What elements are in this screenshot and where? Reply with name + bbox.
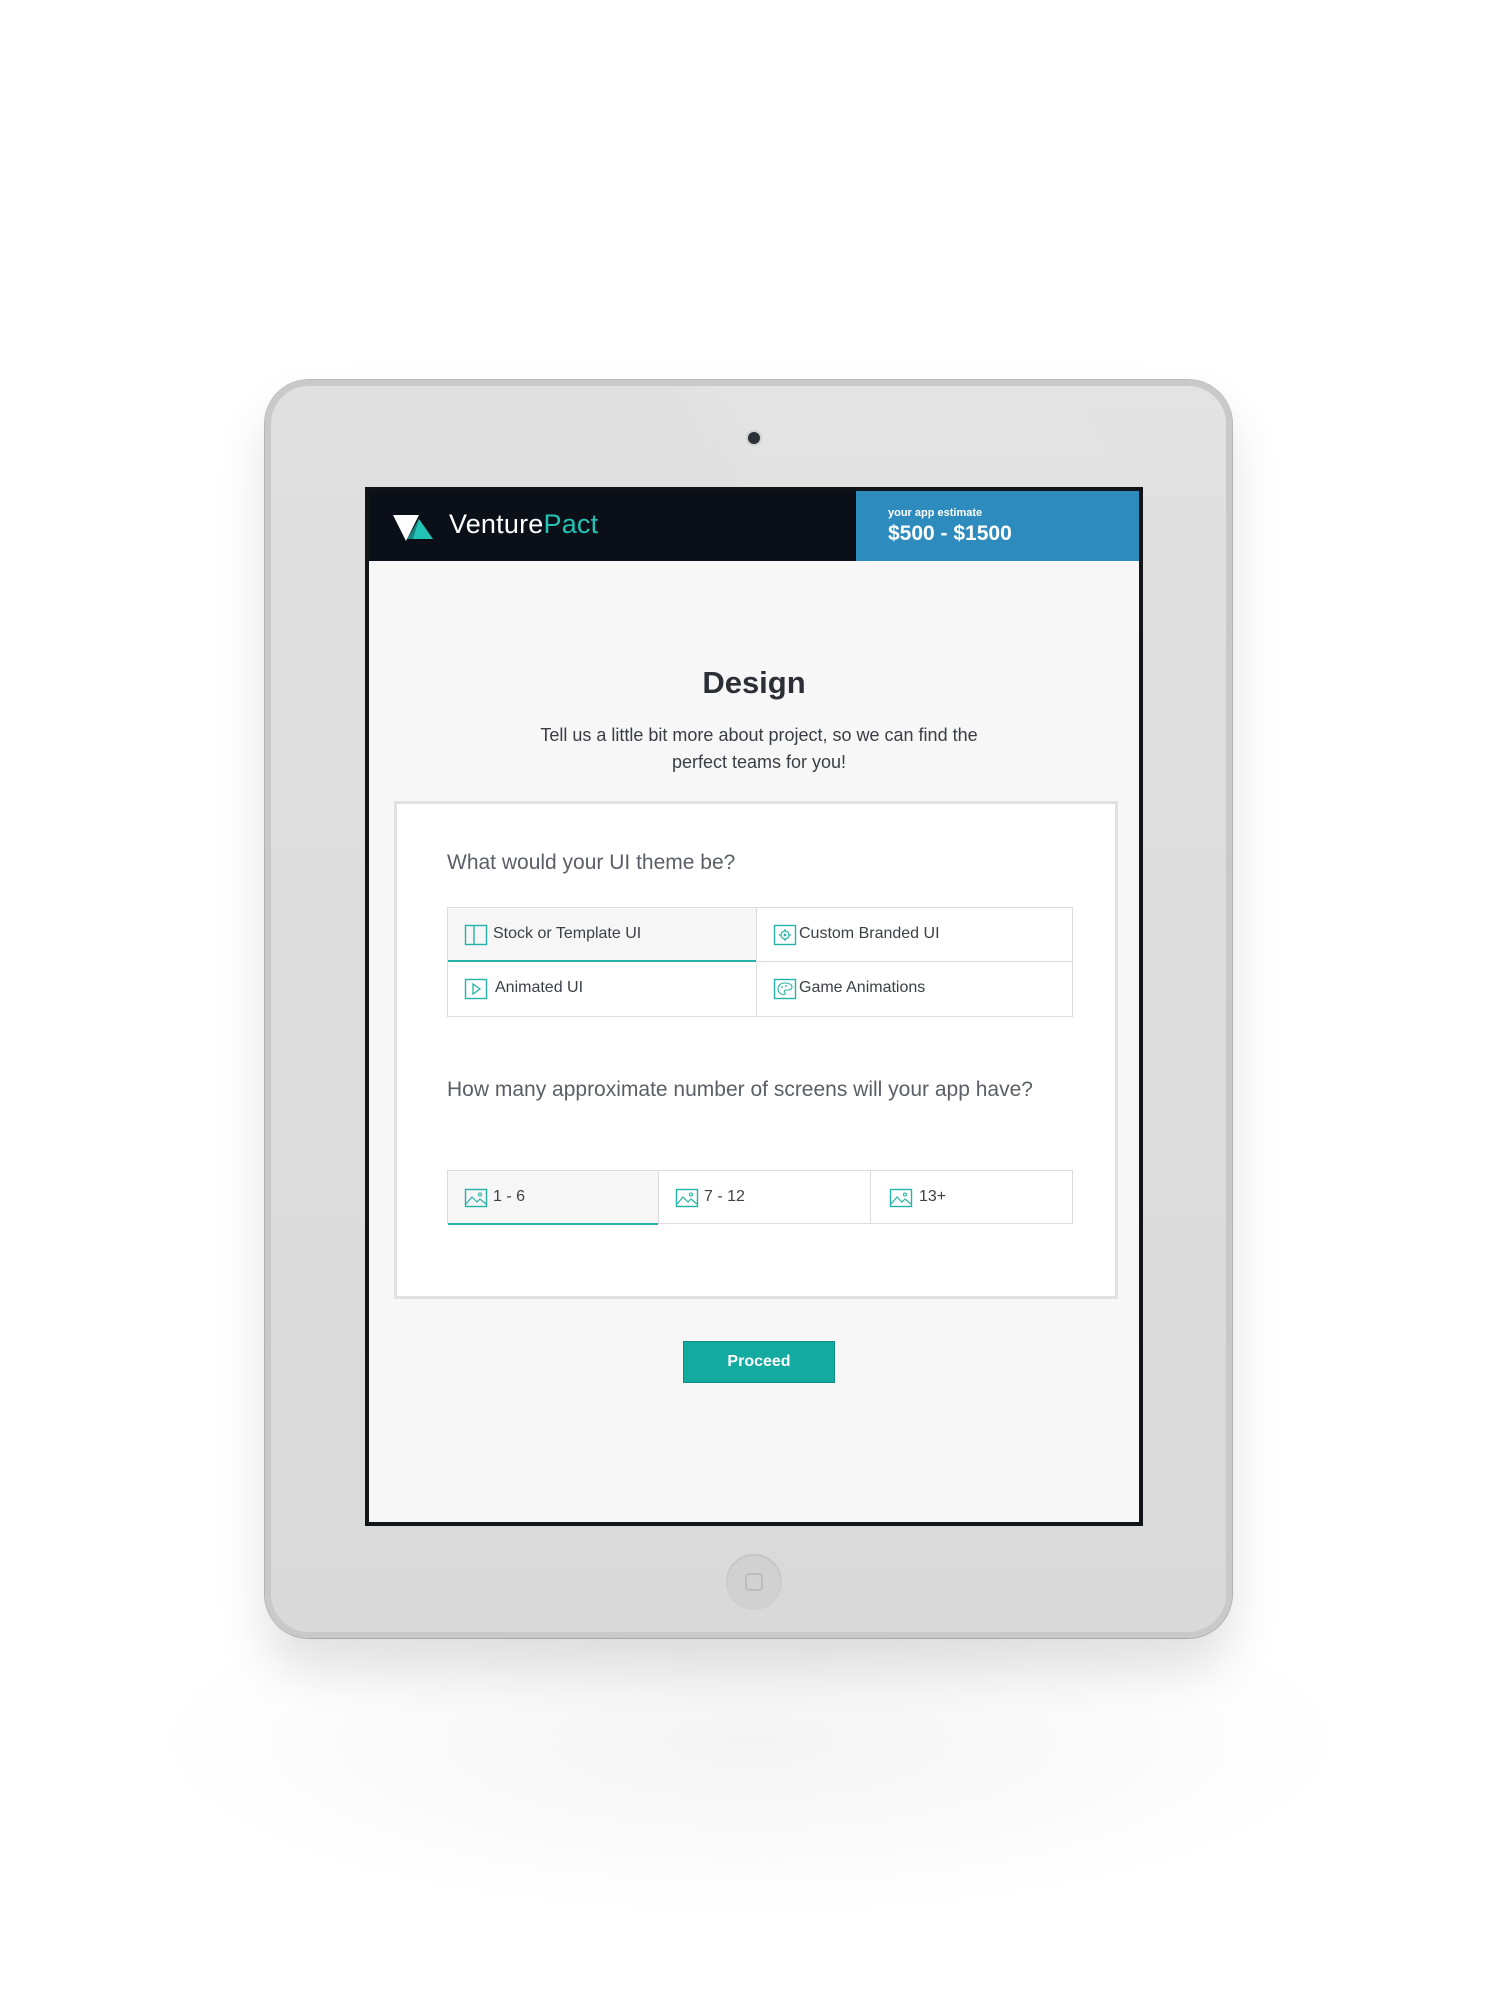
theme-question: What would your UI theme be? [447,851,736,874]
screens-question: How many approximate number of screens w… [447,1078,1033,1101]
theme-options: Stock or Template UI Custom Branded UI A… [447,907,1073,1017]
device-glare [648,386,1226,496]
home-square-icon [745,1573,763,1591]
proceed-button[interactable]: Proceed [683,1341,835,1383]
image-icon [464,1188,488,1208]
venturepact-logo-icon [393,515,433,541]
tablet-device: VenturePact your app estimate $500 - $15… [265,380,1232,1638]
questions-card: What would your UI theme be? Stock or Te… [394,801,1118,1299]
app-estimate-panel: your app estimate $500 - $1500 [856,491,1139,561]
gear-icon [773,924,797,946]
option-label: 7 - 12 [704,1188,745,1205]
option-screens-7-12[interactable]: 7 - 12 [658,1171,870,1223]
tablet-screen: VenturePact your app estimate $500 - $15… [365,487,1143,1526]
option-animated-ui[interactable]: Animated UI [448,962,756,1016]
stage: VenturePact your app estimate $500 - $15… [0,0,1500,2000]
palette-icon [773,978,797,1000]
home-button[interactable] [726,1554,782,1610]
page-subtitle: Tell us a little bit more about project,… [540,725,978,772]
option-game-animations[interactable]: Game Animations [756,962,1072,1016]
option-screens-13-plus[interactable]: 13+ [870,1171,1072,1223]
play-icon [464,978,488,1000]
brand-name[interactable]: VenturePact [449,509,598,540]
option-stock-template-ui[interactable]: Stock or Template UI [448,908,756,962]
option-label: Game Animations [799,979,926,996]
page-title: Design [702,665,806,700]
option-label: 1 - 6 [493,1188,526,1205]
option-custom-branded-ui[interactable]: Custom Branded UI [756,908,1072,962]
layout-icon [464,924,488,946]
option-label: Animated UI [495,979,584,996]
image-icon [675,1188,699,1208]
brand-name-primary: Venture [449,509,544,539]
estimate-label: your app estimate [888,507,983,519]
option-label: Custom Branded UI [799,925,940,942]
option-label: Stock or Template UI [493,925,642,942]
brand-name-accent: Pact [543,509,599,539]
image-icon [889,1188,913,1208]
camera-icon [748,432,760,444]
top-bar: VenturePact your app estimate $500 - $15… [369,491,1139,561]
estimate-value: $500 - $1500 [888,522,1012,545]
option-screens-1-6[interactable]: 1 - 6 [448,1171,658,1225]
option-label: 13+ [919,1188,947,1205]
screen-count-options: 1 - 6 7 - 12 13+ [447,1170,1073,1225]
